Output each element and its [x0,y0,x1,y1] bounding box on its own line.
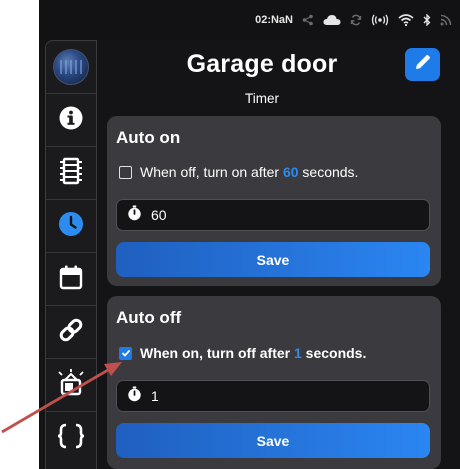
annotation-arrow [1,362,122,434]
